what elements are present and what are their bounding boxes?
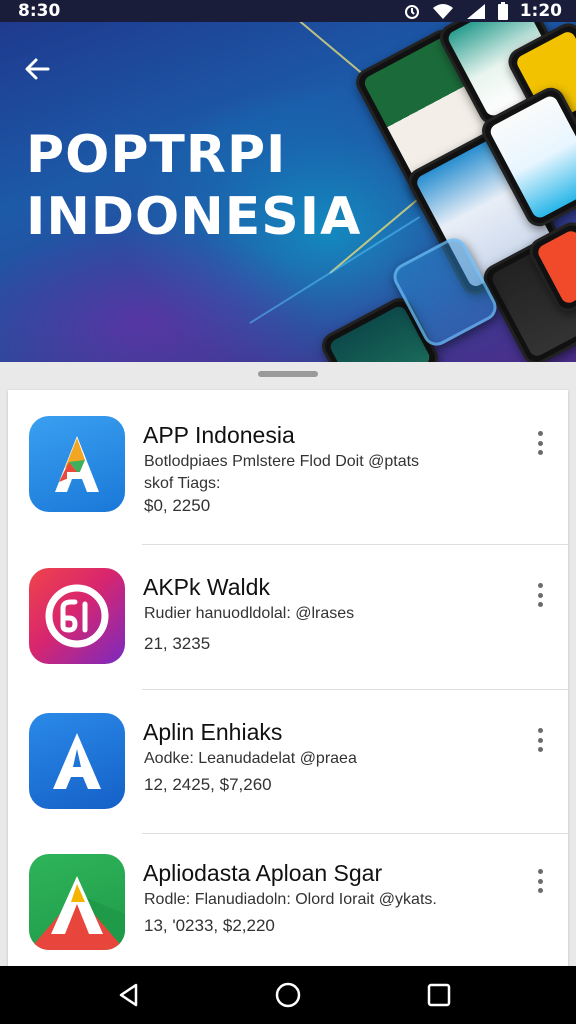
app-ring-icon <box>29 568 125 664</box>
app-a-blue-icon <box>29 416 125 512</box>
app-a-white-icon <box>29 713 125 809</box>
back-arrow-icon[interactable] <box>22 54 52 84</box>
list-item[interactable]: Apliodasta Aploan Sgar Rodle: Flanudiado… <box>8 828 568 970</box>
status-icons: 1:20 <box>404 0 562 22</box>
app-a-tricolor-icon <box>29 854 125 950</box>
status-time-left: 8:30 <box>18 1 61 21</box>
status-time-right: 1:20 <box>519 1 562 21</box>
list-item[interactable]: AKPk Waldk Rudier hanuodldolal: @lrases … <box>8 542 568 686</box>
hero-banner: POPTRPI INDONESIA <box>0 22 576 362</box>
app-description: Aodke: Leanudadelat @praea <box>144 750 357 767</box>
app-screen: 8:30 1:20 POPTRPI INDONESIA APP Indonesi… <box>0 0 576 1024</box>
app-stats: 12, 2425, $7,260 <box>144 775 272 794</box>
home-nav-icon[interactable] <box>273 980 303 1010</box>
recents-nav-icon[interactable] <box>424 980 454 1010</box>
app-name: AKPk Waldk <box>143 574 270 600</box>
app-stats: 13, '0233, $2,220 <box>144 916 275 935</box>
hero-title-line2: INDONESIA <box>26 187 362 247</box>
sheet-drag-handle[interactable] <box>258 371 318 377</box>
app-description: Rodle: Flanudiadoln: Olord Iorait @ykats… <box>144 891 437 908</box>
app-tags: skof Tiags: <box>144 475 221 492</box>
app-stats: $0, 2250 <box>144 496 211 515</box>
navigation-bar <box>0 966 576 1024</box>
app-list: APP Indonesia Botlodpiaes Pmlstere Flod … <box>8 390 568 970</box>
hero-title-line1: POPTRPI <box>26 125 287 185</box>
wifi-icon <box>432 4 453 19</box>
signal-icon <box>466 4 485 19</box>
battery-icon <box>497 2 508 20</box>
app-stats: 21, 3235 <box>144 634 211 653</box>
app-name: Aplin Enhiaks <box>143 719 283 745</box>
more-options-icon[interactable] <box>528 428 552 458</box>
more-options-icon[interactable] <box>528 580 552 610</box>
hero-title: POPTRPI INDONESIA <box>26 124 361 248</box>
more-options-icon[interactable] <box>528 866 552 896</box>
more-options-icon[interactable] <box>528 725 552 755</box>
app-name: APP Indonesia <box>143 422 295 448</box>
app-name: Apliodasta Aploan Sgar <box>143 860 383 886</box>
status-bar: 8:30 1:20 <box>0 0 576 22</box>
alarm-icon <box>404 5 419 19</box>
back-nav-icon[interactable] <box>114 980 144 1010</box>
list-item[interactable]: APP Indonesia Botlodpiaes Pmlstere Flod … <box>8 390 568 534</box>
app-description: Botlodpiaes Pmlstere Flod Doit @ptats <box>144 453 420 470</box>
list-item[interactable]: Aplin Enhiaks Aodke: Leanudadelat @praea… <box>8 687 568 831</box>
app-description: Rudier hanuodldolal: @lrases <box>144 605 355 622</box>
